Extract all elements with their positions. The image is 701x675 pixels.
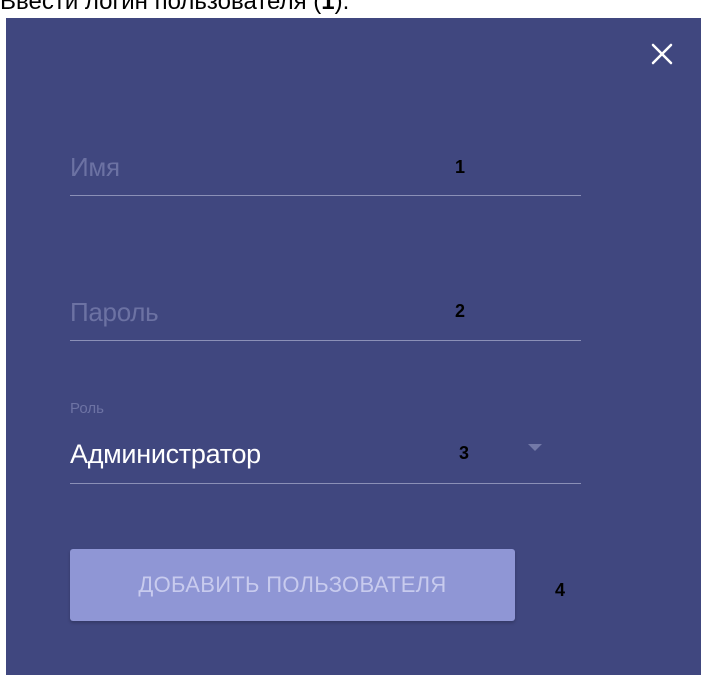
annotation-marker-1: 1 [455,157,466,177]
close-icon [651,43,673,65]
caption-suffix: ). [334,0,350,15]
role-value: Администратор [70,439,261,469]
password-field[interactable]: Пароль [70,287,581,341]
close-button[interactable] [647,39,677,69]
annotation-marker-4: 4 [555,580,566,600]
username-placeholder: Имя [70,152,120,182]
username-field[interactable]: Имя [70,142,581,196]
annotation-marker-3: 3 [459,443,470,463]
password-placeholder: Пароль [70,297,159,327]
add-user-button-label: ДОБАВИТЬ ПОЛЬЗОВАТЕЛЯ [138,572,447,597]
caption-bold-number: 1 [321,0,335,15]
document-caption: Ввести логин пользователя (1). [0,0,349,17]
caption-text: Ввести логин пользователя ( [0,0,322,15]
annotation-marker-2: 2 [455,301,466,321]
role-label: Роль [70,400,104,417]
add-user-button[interactable]: ДОБАВИТЬ ПОЛЬЗОВАТЕЛЯ [70,549,515,621]
role-select[interactable]: Роль Администратор [70,390,581,484]
chevron-down-icon[interactable] [528,444,542,451]
add-user-dialog: Имя 1 Пароль 2 Роль Администратор 3 ДОБА… [6,18,701,675]
